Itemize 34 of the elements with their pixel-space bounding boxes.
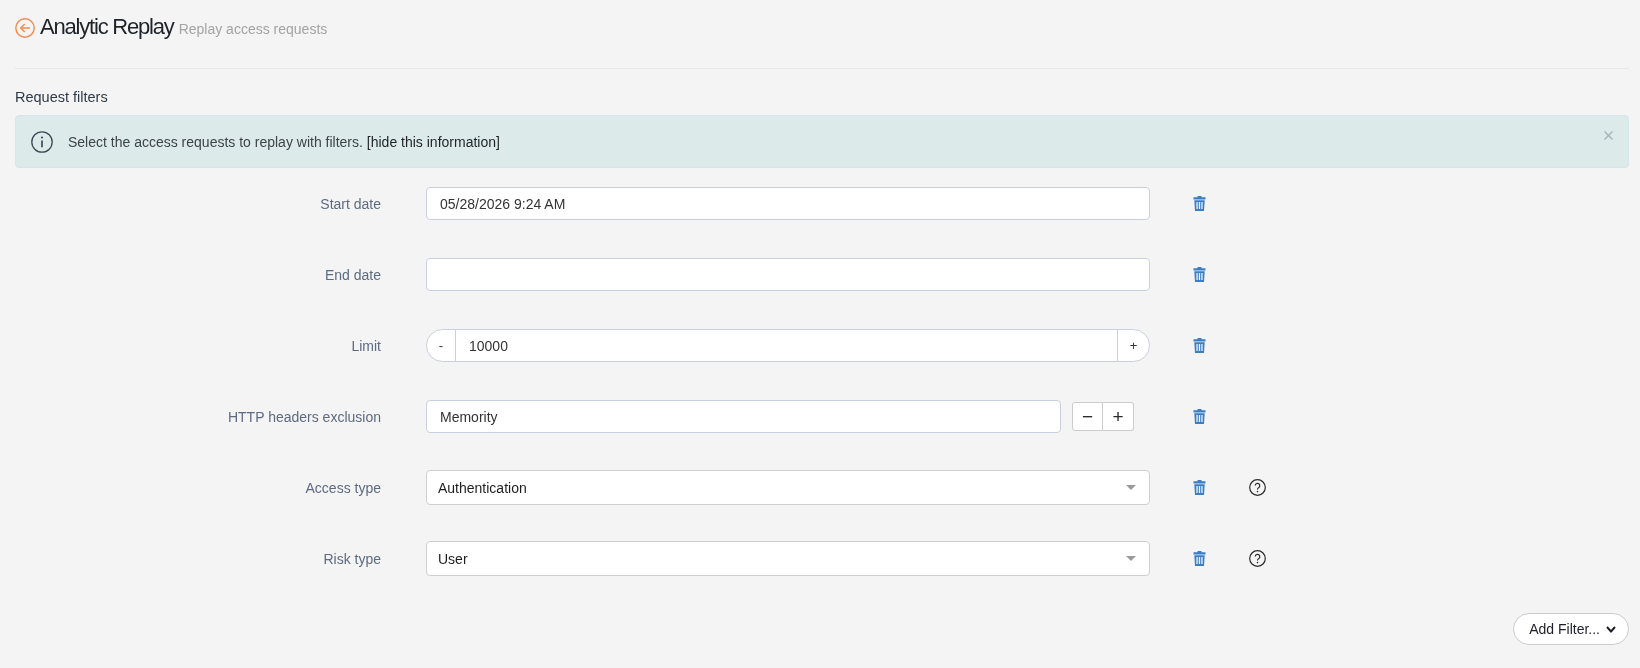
caret-icon [1126, 485, 1136, 490]
add-button[interactable]: + [1103, 402, 1134, 431]
page-title: Analytic Replay [40, 13, 174, 41]
add-filter-button[interactable]: Add Filter... [1513, 613, 1629, 645]
dropdown-field[interactable]: Authentication [426, 470, 1150, 505]
section-title: Request filters [15, 88, 108, 106]
help-icon[interactable] [1249, 550, 1266, 567]
text-field[interactable]: Memority [426, 400, 1061, 433]
trash-icon[interactable] [1193, 196, 1206, 211]
hide-info-link[interactable]: [hide this information] [366, 133, 500, 150]
field-label: Start date [320, 195, 381, 212]
trash-icon[interactable] [1193, 551, 1206, 566]
field-label: HTTP headers exclusion [227, 408, 381, 425]
field-label: Access type [305, 479, 381, 496]
remove-button[interactable]: − [1072, 402, 1103, 431]
field-label: Risk type [323, 550, 381, 567]
trash-icon[interactable] [1193, 480, 1206, 495]
trash-icon[interactable] [1193, 267, 1206, 282]
field-label: Limit [351, 337, 381, 354]
chevron-down-icon [1606, 625, 1616, 633]
info-message: Select the access requests to replay with filters. [hide this information] [68, 133, 500, 150]
decrement-button[interactable]: - [426, 329, 456, 362]
text-field[interactable]: 05/28/2026 9:24 AM [426, 187, 1150, 220]
page-subtitle: Replay access requests [178, 20, 328, 39]
help-icon[interactable] [1249, 479, 1266, 496]
info-icon [31, 130, 53, 153]
field-label: End date [324, 266, 381, 283]
text-field[interactable] [426, 258, 1150, 291]
trash-icon[interactable] [1193, 409, 1206, 424]
caret-icon [1126, 556, 1136, 561]
trash-icon[interactable] [1193, 338, 1206, 353]
number-field[interactable]: 10000 [456, 329, 1117, 362]
dropdown-field[interactable]: User [426, 541, 1150, 576]
increment-button[interactable]: + [1117, 329, 1150, 362]
